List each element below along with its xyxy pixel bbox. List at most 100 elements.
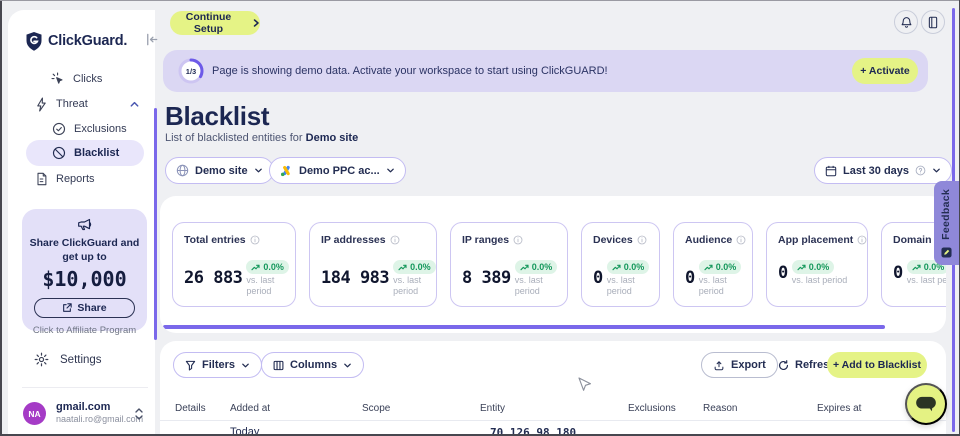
promo-heading-line2: get up to (22, 250, 147, 264)
continue-setup-button[interactable]: Continue Setup (170, 11, 260, 35)
activate-button[interactable]: + Activate (852, 58, 918, 84)
stat-card-app-placement: App placement 0 0.0% vs. last period (766, 222, 868, 307)
stat-vs-label: vs. last period (393, 275, 436, 297)
check-circle-icon (52, 122, 66, 136)
sidebar-item-threat[interactable]: Threat (35, 95, 140, 113)
blacklist-table-panel: Filters Columns Export Refresh + Add to … (160, 341, 946, 436)
info-circle-icon[interactable] (736, 235, 746, 245)
site-selector[interactable]: Demo site (165, 157, 274, 184)
stat-change-badge: 0.0% (699, 260, 742, 274)
ppc-account-selector-label: Demo PPC ac... (299, 165, 380, 177)
sidebar-item-exclusions[interactable]: Exclusions (52, 120, 127, 138)
refresh-icon (778, 360, 789, 371)
chevron-right-icon (252, 19, 260, 27)
sidebar-item-settings[interactable]: Settings (34, 352, 102, 367)
col-header-scope: Scope (362, 403, 390, 414)
stat-vs-label: vs. last period (515, 275, 560, 297)
page-title: Blacklist (165, 101, 269, 132)
user-name: gmail.com (56, 401, 110, 413)
trend-up-icon (398, 264, 407, 271)
export-label: Export (731, 359, 766, 371)
lightning-icon (35, 97, 48, 112)
info-circle-icon[interactable] (250, 235, 260, 245)
sidebar-collapse-icon[interactable] (144, 32, 159, 47)
stat-change-badge: 0.0% (792, 260, 835, 274)
stat-label: App placement (778, 234, 853, 246)
affiliate-promo-card: Share ClickGuard and get up to $10,000 S… (22, 209, 147, 331)
share-button-label: Share (77, 302, 106, 314)
export-icon (713, 359, 725, 371)
speech-bubble-icon (915, 396, 937, 413)
col-header-added-at: Added at (230, 403, 270, 414)
changelog-button[interactable] (921, 10, 945, 34)
continue-setup-label: Continue Setup (170, 11, 247, 35)
sidebar: ClickGuard. Clicks Threat Exclusions Bla… (8, 10, 155, 436)
book-icon (927, 16, 939, 29)
stat-value: 26 883 (184, 268, 242, 288)
feedback-label: Feedback (940, 189, 952, 240)
stat-value: 0 (778, 263, 788, 283)
sidebar-item-label: Threat (56, 98, 88, 110)
info-circle-icon[interactable] (390, 235, 400, 245)
stat-vs-label: vs. last period (907, 275, 946, 286)
info-circle-icon[interactable] (513, 235, 523, 245)
settings-label: Settings (60, 354, 102, 366)
stat-change-badge: 0.0% (246, 260, 289, 274)
stat-card-devices: Devices 0 0.0% vs. last period (581, 222, 660, 307)
demo-data-banner: 1/3 Page is showing demo data. Activate … (163, 50, 928, 92)
stats-panel: Total entries 26 883 0.0% vs. last perio… (160, 196, 946, 333)
funnel-icon (185, 360, 196, 371)
sidebar-item-reports[interactable]: Reports (35, 170, 95, 188)
stat-card-ip-addresses: IP addresses 184 983 0.0% vs. last perio… (309, 222, 437, 307)
affiliate-link[interactable]: Click to Affiliate Program (22, 325, 147, 336)
sidebar-item-label: Reports (56, 173, 95, 185)
columns-button[interactable]: Columns (261, 352, 364, 378)
app-logo[interactable]: ClickGuard. (25, 30, 145, 52)
cards-horizontal-scrollbar[interactable] (163, 325, 885, 329)
gear-icon (34, 352, 49, 367)
stat-change-value: 0.0% (263, 262, 284, 272)
trend-up-icon (704, 264, 713, 271)
stat-change-badge: 0.0% (607, 260, 650, 274)
site-selector-label: Demo site (195, 165, 248, 177)
clicks-cursor-icon (51, 72, 65, 86)
sidebar-item-label: Clicks (73, 73, 102, 85)
page-subtitle-target: Demo site (306, 132, 359, 144)
sidebar-item-clicks[interactable]: Clicks (51, 70, 102, 88)
chevron-down-icon (254, 166, 263, 175)
info-circle-icon[interactable] (637, 235, 647, 245)
date-range-selector[interactable]: Last 30 days (814, 157, 952, 184)
stat-change-badge: 0.0% (393, 260, 436, 274)
stat-change-value: 0.0% (809, 262, 830, 272)
feedback-tab[interactable]: Feedback (934, 181, 960, 265)
share-button[interactable]: Share (34, 298, 135, 318)
ppc-account-selector[interactable]: Demo PPC ac... (269, 157, 406, 184)
sidebar-item-blacklist[interactable]: Blacklist (26, 140, 144, 166)
sidebar-scrollbar[interactable] (154, 108, 157, 340)
help-circle-icon[interactable] (915, 165, 926, 176)
info-circle-icon[interactable] (857, 235, 867, 245)
table-header-divider (160, 420, 946, 421)
stat-value: 8 389 (462, 268, 511, 288)
globe-icon (176, 164, 189, 177)
user-email: naatali.ro@gmail.com (56, 414, 143, 424)
user-account[interactable]: NA gmail.com naatali.ro@gmail.com (23, 401, 148, 429)
stat-vs-label: vs. last period (792, 275, 848, 286)
notifications-button[interactable] (894, 10, 918, 34)
columns-label: Columns (290, 359, 337, 371)
stat-vs-label: vs. last period (699, 275, 739, 297)
columns-icon (273, 360, 284, 371)
add-to-blacklist-button[interactable]: + Add to Blacklist (827, 352, 927, 378)
trend-up-icon (797, 264, 806, 271)
window-border-top (0, 0, 960, 1)
col-header-exclusions: Exclusions (628, 403, 676, 414)
page-subtitle: List of blacklisted entities for Demo si… (165, 132, 358, 144)
col-header-details: Details (175, 403, 206, 414)
chevron-down-icon (386, 166, 395, 175)
trend-up-icon (251, 264, 260, 271)
stat-vs-label: vs. last period (246, 275, 289, 297)
chat-widget-button[interactable] (905, 383, 947, 425)
shield-logo-icon (25, 31, 43, 51)
stat-change-value: 0.0% (532, 262, 553, 272)
filters-button[interactable]: Filters (173, 352, 262, 378)
